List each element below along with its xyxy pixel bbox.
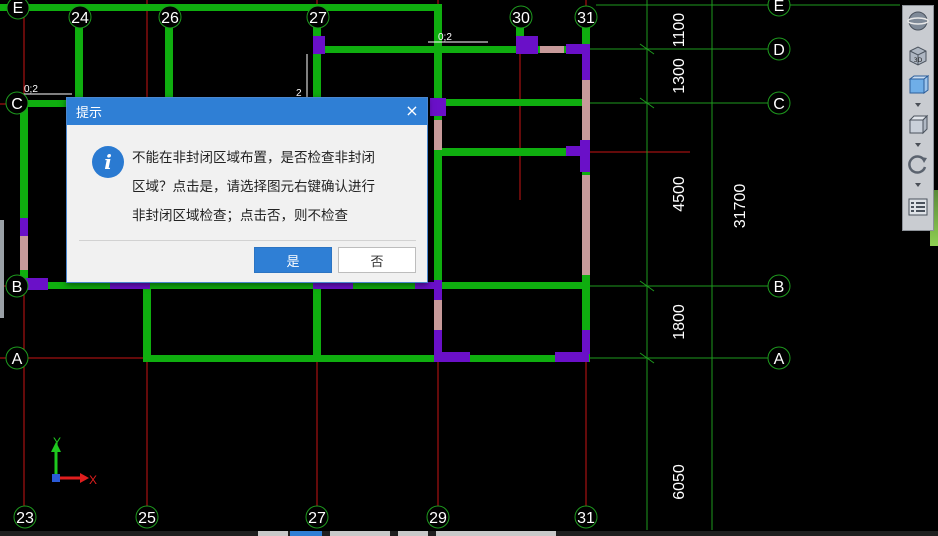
status-strip [0, 531, 938, 536]
rotate-icon[interactable] [906, 153, 930, 175]
left-edge-strip [0, 220, 4, 318]
grid-label-row-a-left: A [12, 351, 23, 368]
3d-view-icon[interactable]: 3D [906, 44, 930, 66]
dialog-message-line-1: 不能在非封闭区域布置，是否检查非封闭 [132, 150, 375, 166]
grid-label-bottom-29: 29 [429, 510, 447, 527]
grid-label-top-24: 24 [71, 10, 89, 27]
yes-button[interactable]: 是 [254, 247, 332, 273]
grid-label-row-a: A [774, 351, 785, 368]
close-icon[interactable]: × [403, 102, 421, 120]
dimension-1300: 1300 [671, 58, 688, 94]
grid-label-top-e: E [13, 0, 24, 17]
grid-label-bottom-27: 27 [308, 510, 326, 527]
grid-label-row-b-left: B [12, 279, 23, 296]
grid-label-top-e-right: E [774, 0, 785, 15]
dialog-title: 提示 [76, 106, 103, 121]
rotate-dropdown-icon[interactable] [915, 183, 921, 187]
grid-label-bottom-31: 31 [577, 510, 595, 527]
grid-label-top-27: 27 [309, 10, 327, 27]
grid-label-row-c-left: C [11, 96, 23, 113]
annotation-1: 0;2 [24, 84, 38, 95]
dialog-message: 不能在非封闭区域布置，是否检查非封闭 区域？点击是，请选择图元右键确认进行 非封… [132, 144, 412, 231]
annotation-2: 0;2 [438, 32, 452, 43]
prompt-dialog: 提示 × i 不能在非封闭区域布置，是否检查非封闭 区域？点击是，请选择图元右键… [66, 97, 428, 283]
top-view-icon[interactable] [906, 74, 930, 96]
grid-label-bottom-25: 25 [138, 510, 156, 527]
globe-icon[interactable] [906, 10, 930, 32]
dialog-message-line-2: 区域？点击是，请选择图元右键确认进行 [132, 179, 375, 195]
grid-bubbles-rows-right [767, 37, 791, 370]
ucs-x-label: X [89, 473, 97, 487]
grid-label-row-d: D [773, 42, 785, 59]
dialog-separator [79, 240, 416, 241]
dimension-lines [590, 0, 900, 530]
ucs-y-label: Y [53, 435, 61, 449]
info-icon: i [92, 146, 124, 178]
3d-label: 3D [914, 57, 923, 64]
grid-label-row-c: C [773, 96, 785, 113]
grid-label-row-b: B [774, 279, 785, 296]
dimension-1800: 1800 [671, 304, 688, 340]
dimension-4500: 4500 [671, 176, 688, 212]
view-toolbar: 3D [902, 5, 934, 231]
grid-label-bottom-23: 23 [16, 510, 34, 527]
dimension-6050: 6050 [671, 464, 688, 500]
dimension-1100: 1100 [671, 13, 688, 48]
dialog-message-line-3: 非封闭区域检查；点击否，则不检查 [132, 208, 348, 224]
grid-bubbles-bottom [13, 505, 598, 529]
top-view-dropdown-icon[interactable] [915, 103, 921, 107]
dialog-titlebar[interactable]: 提示 × [67, 98, 427, 125]
layer-panel-icon[interactable] [906, 196, 930, 218]
dimension-31700: 31700 [732, 184, 749, 229]
grid-label-top-26: 26 [161, 10, 179, 27]
no-button[interactable]: 否 [338, 247, 416, 273]
grid-label-top-31: 31 [577, 10, 595, 27]
grid-label-top-30: 30 [512, 10, 530, 27]
annotations: 0;2 0;2 2 [22, 32, 488, 99]
ucs-icon: Y X [51, 435, 97, 487]
box-view-icon[interactable] [906, 114, 930, 136]
box-view-dropdown-icon[interactable] [915, 143, 921, 147]
